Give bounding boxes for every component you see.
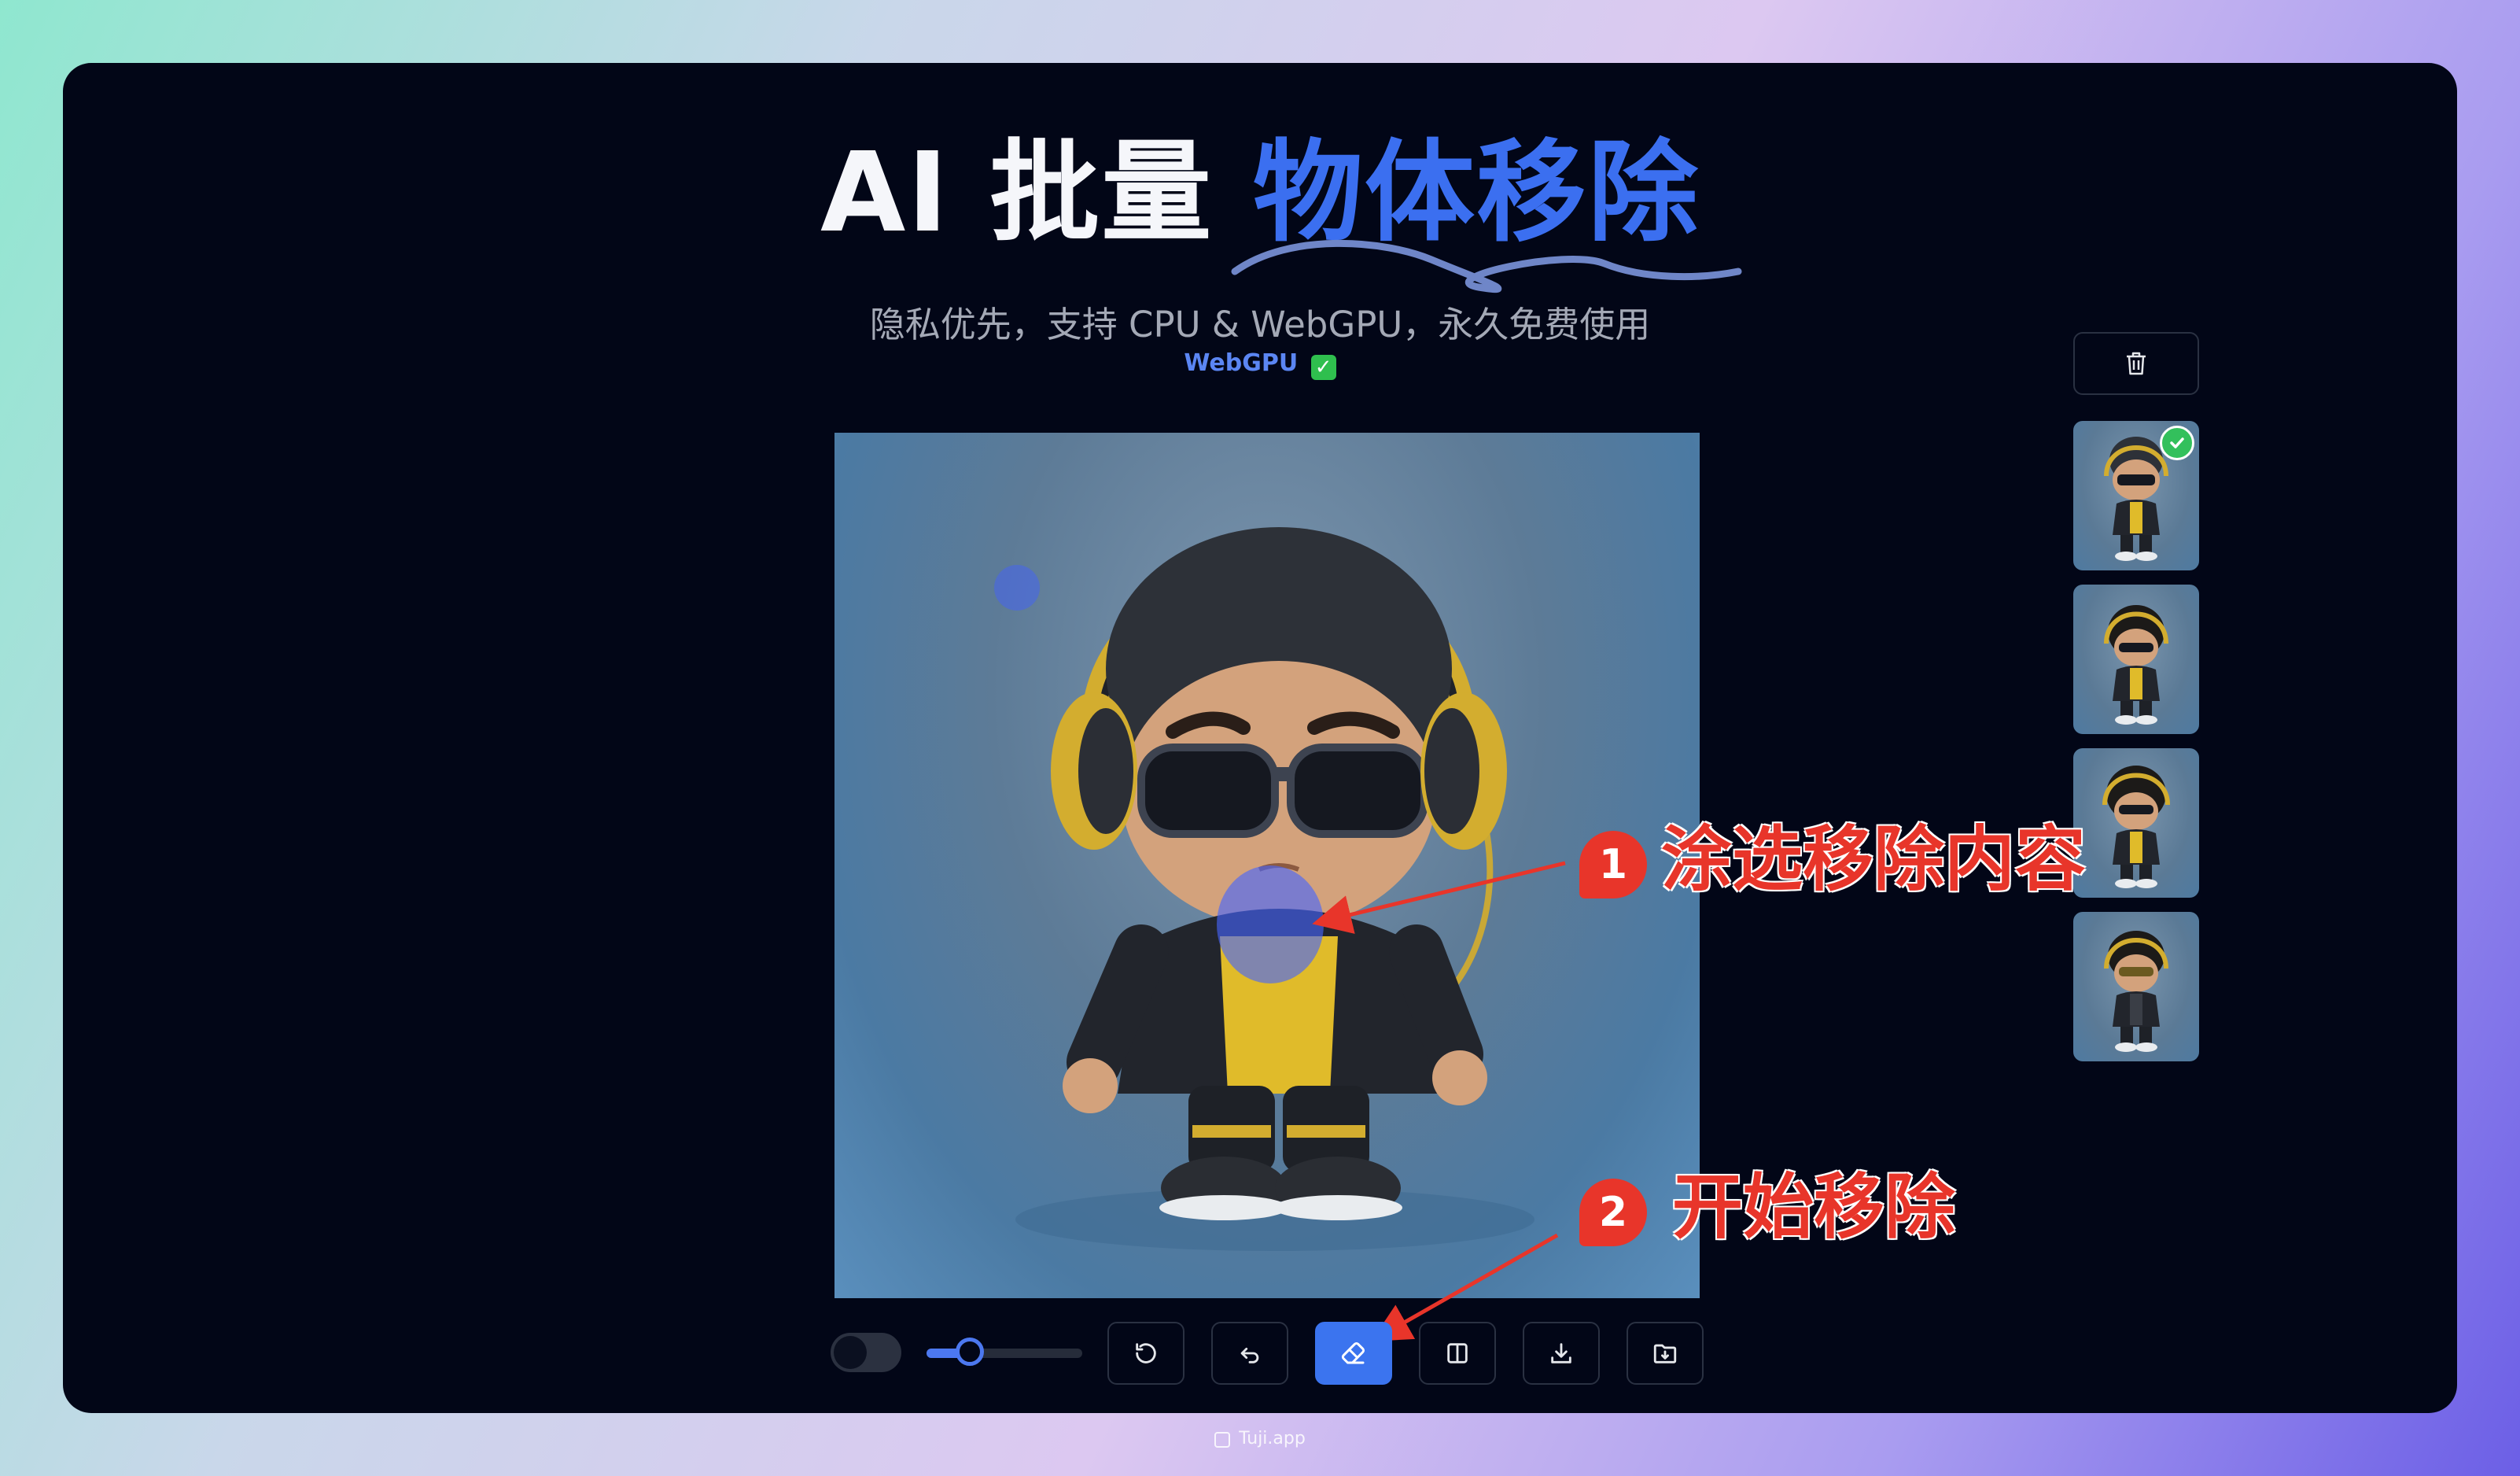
reset-button[interactable] bbox=[1107, 1322, 1184, 1385]
mode-toggle[interactable] bbox=[831, 1333, 901, 1372]
save-to-folder-button[interactable] bbox=[1627, 1322, 1704, 1385]
annotation-arrows bbox=[1312, 861, 1566, 1341]
footer-branding: Tuji.app bbox=[0, 1429, 2520, 1448]
compare-button[interactable] bbox=[1419, 1322, 1496, 1385]
save-folder-icon bbox=[1653, 1344, 1677, 1363]
download-button[interactable] bbox=[1523, 1322, 1600, 1385]
eraser-icon bbox=[1341, 1341, 1365, 1364]
undo-icon bbox=[1240, 1347, 1259, 1363]
undo-button[interactable] bbox=[1211, 1322, 1288, 1385]
annotation-badge-1: 1 bbox=[1579, 831, 1647, 899]
reset-icon bbox=[1136, 1343, 1156, 1363]
compare-icon bbox=[1447, 1343, 1468, 1363]
footer-brand: Tuji.app bbox=[1239, 1429, 1306, 1448]
annotation-label-2: 开始移除 bbox=[1672, 1166, 1955, 1249]
annotation-badge-2: 2 bbox=[1579, 1179, 1647, 1246]
download-icon bbox=[1551, 1343, 1571, 1363]
annotation-label-1: 涂选移除内容 bbox=[1661, 818, 2086, 901]
app-window: AI 批量 物体移除 隐私优先，支持 CPU & WebGPU，永久免费使用 W… bbox=[63, 63, 2457, 1413]
brush-size-slider[interactable] bbox=[927, 1338, 1082, 1366]
toggle-knob bbox=[834, 1336, 867, 1369]
start-removal-button[interactable] bbox=[1315, 1322, 1392, 1385]
brand-logo-icon bbox=[1214, 1432, 1231, 1448]
